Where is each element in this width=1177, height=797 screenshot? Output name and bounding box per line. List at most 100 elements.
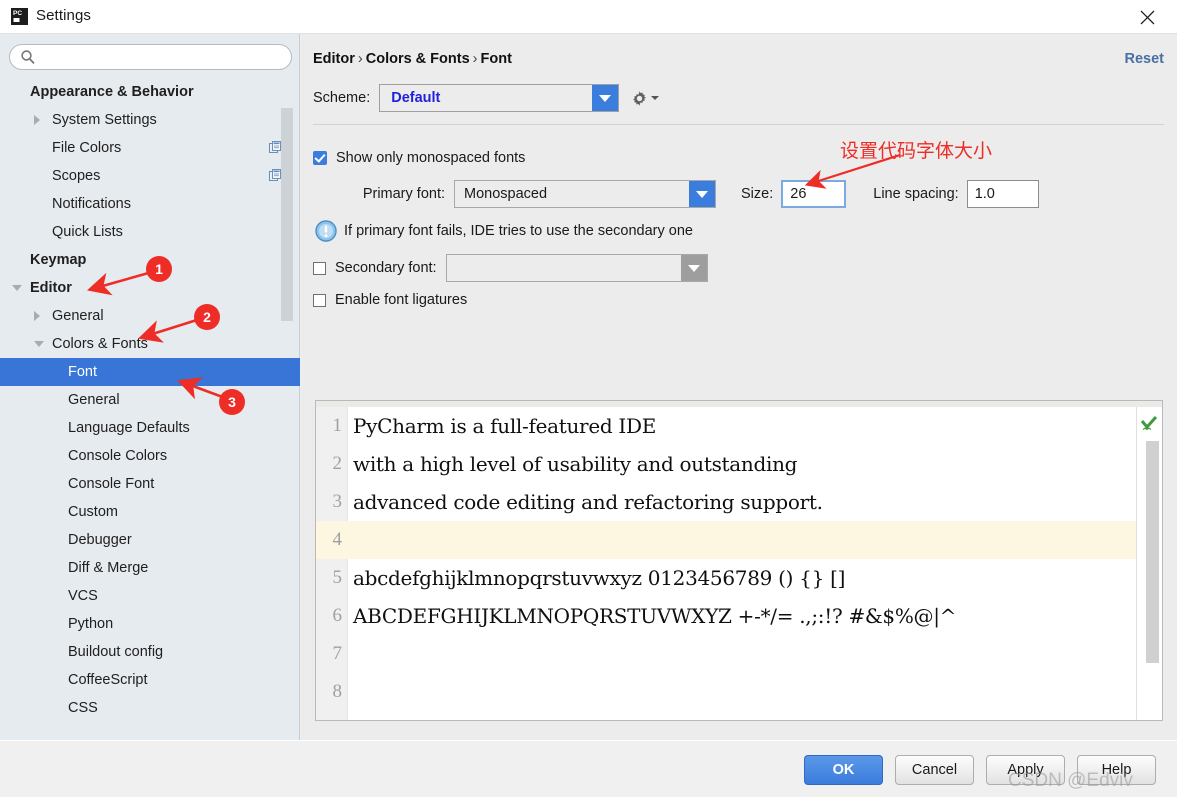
sidebar-item-label: Appearance & Behavior (30, 83, 194, 100)
show-monospaced-checkbox[interactable] (313, 151, 327, 165)
sidebar-item-label: General (68, 391, 120, 408)
close-icon[interactable] (1125, 0, 1169, 34)
title-bar: PC Settings (0, 0, 1177, 34)
sidebar-item-label: Quick Lists (52, 223, 123, 240)
search-field-wrapper (9, 44, 292, 70)
line-number: 4 (332, 529, 343, 550)
cancel-button[interactable]: Cancel (895, 755, 974, 785)
font-ligatures-checkbox[interactable] (313, 293, 326, 307)
scheme-row: Scheme: Default (313, 84, 660, 112)
sidebar-item-coffeescript[interactable]: CoffeeScript (0, 666, 300, 694)
font-preview-editor[interactable]: 1 PyCharm is a full-featured IDE 2 with a h… (315, 400, 1163, 721)
chevron-down-icon[interactable] (680, 255, 707, 281)
sidebar-item-diff-merge[interactable]: Diff & Merge (0, 554, 300, 582)
gear-icon[interactable] (631, 90, 660, 107)
preview-line: 6 ABCDEFGHIJKLMNOPQRSTUVWXYZ +-*/= .,;:!?… (316, 597, 1162, 635)
sidebar-item-css[interactable]: CSS (0, 694, 300, 722)
sidebar-item-label: Editor (30, 279, 72, 296)
sidebar-item-label: CSS (68, 699, 98, 716)
chevron-down-icon[interactable] (689, 181, 715, 207)
sidebar-item-language-defaults[interactable]: Language Defaults (0, 414, 300, 442)
secondary-font-dropdown[interactable] (445, 254, 708, 282)
preview-line: 1 PyCharm is a full-featured IDE (316, 407, 1162, 445)
preview-line: 4 (316, 521, 1162, 559)
line-spacing-label: Line spacing: (873, 186, 959, 202)
line-text: with a high level of usability and outst… (353, 452, 798, 476)
line-text: ABCDEFGHIJKLMNOPQRSTUVWXYZ +-*/= .,;:!? … (353, 604, 957, 628)
sidebar-scrollbar[interactable] (281, 108, 293, 321)
sidebar-item-label: Buildout config (68, 643, 164, 660)
primary-font-dropdown[interactable]: Monospaced (454, 180, 716, 208)
sidebar-item-buildout-config[interactable]: Buildout config (0, 638, 300, 666)
scheme-dropdown[interactable]: Default (379, 84, 620, 112)
line-number: 6 (332, 605, 343, 626)
sidebar-item-keymap[interactable]: Keymap (0, 246, 300, 274)
sidebar-item-python[interactable]: Python (0, 610, 300, 638)
primary-font-label: Primary font: (362, 186, 445, 202)
sidebar-item-label: Language Defaults (68, 419, 190, 436)
sidebar-item-editor[interactable]: Editor (0, 274, 300, 302)
chevron-down-icon[interactable] (592, 85, 619, 111)
sidebar-item-console-colors[interactable]: Console Colors (0, 442, 300, 470)
show-monospaced-row[interactable]: Show only monospaced fonts (313, 150, 525, 166)
sidebar-item-debugger[interactable]: Debugger (0, 526, 300, 554)
sidebar-item-scopes[interactable]: Scopes (0, 162, 300, 190)
sidebar-item-label: Keymap (30, 251, 87, 268)
search-input[interactable] (9, 44, 292, 70)
sidebar-item-general[interactable]: General (0, 386, 300, 414)
sidebar-item-custom[interactable]: Custom (0, 498, 300, 526)
breadcrumb-part-2[interactable]: Colors & Fonts (366, 51, 470, 67)
chevron-right-icon[interactable] (34, 311, 40, 321)
sidebar-item-label: VCS (68, 587, 98, 604)
sidebar-item-label: File Colors (52, 139, 122, 156)
line-text: abcdefghijklmnopqrstuvwxyz 0123456789 ()… (353, 566, 846, 590)
preview-line: 5 abcdefghijklmnopqrstuvwxyz 0123456789 (… (316, 559, 1162, 597)
sidebar-item-console-font[interactable]: Console Font (0, 470, 300, 498)
line-text: PyCharm is a full-featured IDE (353, 414, 657, 438)
green-check-icon (1140, 416, 1158, 431)
font-size-input[interactable] (781, 180, 847, 208)
sidebar-item-general[interactable]: General (0, 302, 300, 330)
font-ligatures-row[interactable]: Enable font ligatures (313, 292, 467, 308)
secondary-font-checkbox[interactable] (313, 261, 326, 275)
scheme-selected-value: Default (391, 90, 441, 106)
chevron-right-icon[interactable] (34, 115, 40, 125)
editor-scrollbar[interactable] (1146, 441, 1159, 663)
preview-line: 2 with a high level of usability and outs… (316, 445, 1162, 483)
sidebar-item-font[interactable]: Font (0, 358, 300, 386)
breadcrumb-separator: › (472, 51, 478, 67)
chevron-down-icon (651, 96, 660, 100)
help-button[interactable]: Help (1077, 755, 1156, 785)
chevron-down-icon[interactable] (12, 285, 22, 291)
ok-button[interactable]: OK (804, 755, 883, 785)
preview-line: 3 advanced code editing and refactoring s… (316, 483, 1162, 521)
breadcrumb-part-1[interactable]: Editor (313, 51, 355, 67)
sidebar-item-label: Notifications (52, 195, 131, 212)
sidebar-item-file-colors[interactable]: File Colors (0, 134, 300, 162)
settings-tree: Appearance & Behavior System Settings File… (0, 78, 300, 722)
secondary-font-row: Secondary font: (313, 254, 708, 282)
window-title: Settings (36, 7, 91, 24)
sidebar-item-label: General (52, 307, 104, 324)
sidebar-item-colors-fonts[interactable]: Colors & Fonts (0, 330, 300, 358)
sidebar-item-system-settings[interactable]: System Settings (0, 106, 300, 134)
primary-font-value: Monospaced (464, 186, 548, 202)
sidebar-item-label: Diff & Merge (68, 559, 149, 576)
sidebar-item-vcs[interactable]: VCS (0, 582, 300, 610)
line-text: advanced code editing and refactoring su… (353, 490, 823, 514)
sidebar-item-notifications[interactable]: Notifications (0, 190, 300, 218)
sidebar-item-quick-lists[interactable]: Quick Lists (0, 218, 300, 246)
content-panel: Editor › Colors & Fonts › Font Reset Scheme:… (301, 34, 1177, 740)
secondary-font-hint-text: If primary font fails, IDE tries to use … (344, 223, 693, 239)
chevron-down-icon[interactable] (34, 341, 44, 347)
sidebar-item-label: Debugger (68, 531, 132, 548)
reset-link[interactable]: Reset (1125, 51, 1165, 67)
line-number: 8 (332, 681, 343, 702)
sidebar-item-label: Console Font (68, 475, 155, 492)
size-label: Size: (741, 186, 774, 202)
line-spacing-input[interactable] (966, 180, 1039, 208)
sidebar-item-label: Python (68, 615, 114, 632)
apply-button[interactable]: Apply (986, 755, 1065, 785)
sidebar-item-appearance-behavior[interactable]: Appearance & Behavior (0, 78, 300, 106)
sidebar-item-label: Console Colors (68, 447, 168, 464)
